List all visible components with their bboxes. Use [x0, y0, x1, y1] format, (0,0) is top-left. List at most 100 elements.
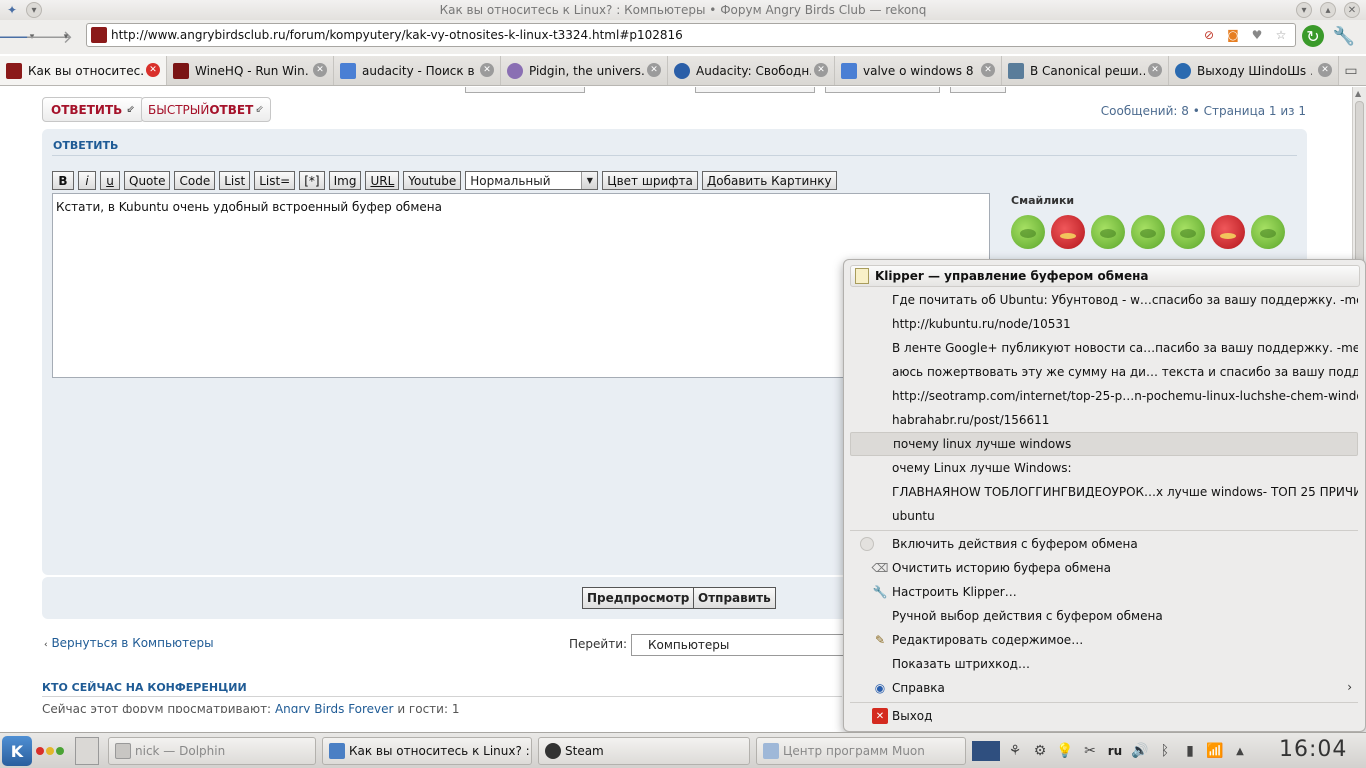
close-tab-icon[interactable]: ✕	[981, 63, 995, 77]
clipboard-history-item[interactable]: очему Linux лучше Windows:	[850, 456, 1358, 480]
maximize-icon[interactable]: ▴	[1320, 2, 1336, 18]
bookmark-star-icon[interactable]: ☆	[1273, 27, 1289, 43]
list-item-button[interactable]: [*]	[299, 171, 325, 190]
clipboard-history-item[interactable]: Где почитать об Ubuntu: Убунтовод - w…сп…	[850, 288, 1358, 312]
volume-icon[interactable]: 🔊	[1130, 741, 1150, 761]
tab-item[interactable]: audacity - Поиск в … ✕	[334, 56, 501, 85]
clipboard-history-item[interactable]: habrahabr.ru/post/156611	[850, 408, 1358, 432]
rekonq-app-icon[interactable]: ✦	[4, 2, 20, 18]
minimize-icon[interactable]: ▾	[1296, 2, 1312, 18]
forward-arrow-icon[interactable]: 🡒	[25, 26, 73, 48]
manual-action-item[interactable]: Ручной выбор действия с буфером обмена	[850, 604, 1358, 628]
pig-sick-smiley-icon[interactable]	[1251, 215, 1285, 249]
rss-icon[interactable]: ◙	[1225, 27, 1241, 43]
close-tab-icon[interactable]: ✕	[313, 63, 327, 77]
address-bar[interactable]: http://www.angrybirdsclub.ru/forum/kompy…	[86, 23, 1296, 47]
monitor-icon[interactable]	[972, 741, 1000, 761]
reload-icon[interactable]: ↻	[1302, 25, 1324, 47]
clipboard-history-item[interactable]: аюсь пожертвовать эту же сумму на ди… те…	[850, 360, 1358, 384]
clipboard-history-item[interactable]: ГЛАВНАЯНОW ТОБЛОГГИНГВИДЕОУРОК…х лучше w…	[850, 480, 1358, 504]
window-menu-icon[interactable]: ▾	[26, 2, 42, 18]
reply-button[interactable]: ОТВЕТИТЬ ⇙	[42, 97, 144, 122]
battery-icon[interactable]: ▮	[1180, 741, 1200, 761]
top-field[interactable]	[695, 87, 815, 93]
configure-klipper-item[interactable]: 🔧 Настроить Klipper…	[850, 580, 1358, 604]
back-to-forum-link[interactable]: ‹ Вернуться в Компьютеры	[44, 636, 214, 650]
enable-actions-item[interactable]: Включить действия с буфером обмена	[850, 532, 1358, 556]
img-button[interactable]: Img	[328, 171, 362, 190]
network-manager-icon[interactable]: ⚘	[1005, 741, 1025, 761]
edit-contents-item[interactable]: ✎ Редактировать содержимое…	[850, 628, 1358, 652]
goto-forum-select[interactable]: Компьютеры	[631, 634, 846, 656]
red-bird-bow-smiley-icon[interactable]	[1211, 215, 1245, 249]
preview-button[interactable]: Предпросмотр	[582, 587, 695, 609]
close-window-icon[interactable]: ✕	[1344, 2, 1360, 18]
font-size-select[interactable]: Нормальный ▼	[465, 171, 599, 190]
kde-menu-icon[interactable]: K	[2, 736, 32, 766]
add-picture-button[interactable]: Добавить Картинку	[701, 171, 837, 190]
online-user-link[interactable]: Angry Birds Forever	[275, 702, 394, 713]
tray-expand-arrow-icon[interactable]: ▲	[1230, 741, 1250, 761]
tab-item[interactable]: valve о windows 8 … ✕	[835, 56, 1002, 85]
underline-button[interactable]: u	[100, 171, 120, 190]
close-tab-icon[interactable]: ✕	[1148, 63, 1162, 77]
close-tab-icon[interactable]: ✕	[814, 63, 828, 77]
back-arrow-icon[interactable]: 🡐	[0, 26, 39, 48]
clipboard-history-item[interactable]: http://seotramp.com/internet/top-25-p…n-…	[850, 384, 1358, 408]
tab-item[interactable]: Выходу ШindoШs … ✕	[1169, 56, 1339, 85]
youtube-button[interactable]: Youtube	[403, 171, 462, 190]
heart-icon[interactable]: ♥	[1249, 27, 1265, 43]
settings-gear-icon[interactable]: ⚙	[1030, 741, 1050, 761]
url-text[interactable]: http://www.angrybirdsclub.ru/forum/kompy…	[111, 28, 683, 42]
close-tab-icon[interactable]: ✕	[647, 63, 661, 77]
italic-button[interactable]: i	[78, 171, 96, 190]
pig-flower-smiley-icon[interactable]	[1171, 215, 1205, 249]
task-muon[interactable]: Центр программ Muon	[756, 737, 966, 765]
close-tab-icon[interactable]: ✕	[480, 63, 494, 77]
task-dolphin[interactable]: nick — Dolphin	[108, 737, 316, 765]
close-tab-icon[interactable]: ✕	[1318, 63, 1332, 77]
task-steam[interactable]: Steam	[538, 737, 750, 765]
new-tab-icon[interactable]: ▭	[1336, 56, 1366, 85]
digital-clock[interactable]: 16:04	[1279, 737, 1347, 762]
submit-button[interactable]: Отправить	[693, 587, 776, 609]
pig-helmet-smiley-icon[interactable]	[1131, 215, 1165, 249]
font-color-button[interactable]: Цвет шрифта	[602, 171, 698, 190]
help-submenu-item[interactable]: ◉ Справка ›	[850, 676, 1358, 700]
list-button[interactable]: List	[219, 171, 251, 190]
quick-reply-button[interactable]: БЫСТРЫЙ ОТВЕТ ⇙	[141, 97, 271, 122]
tab-item[interactable]: Как вы относитес… ✕	[0, 56, 167, 85]
tools-wrench-icon[interactable]: 🔧	[1332, 25, 1356, 47]
top-field[interactable]	[465, 87, 585, 93]
red-bird-smiley-icon[interactable]	[1051, 215, 1085, 249]
tab-item[interactable]: Pidgin, the univers… ✕	[501, 56, 668, 85]
clipboard-history-item[interactable]: ubuntu	[850, 504, 1358, 528]
quote-button[interactable]: Quote	[124, 171, 171, 190]
show-barcode-item[interactable]: Показать штрихкод…	[850, 652, 1358, 676]
pig-smiley-icon[interactable]	[1091, 215, 1125, 249]
ordered-list-button[interactable]: List=	[254, 171, 296, 190]
clipboard-history-item[interactable]: В ленте Google+ публикуют новости са…пас…	[850, 336, 1358, 360]
tab-item[interactable]: В Canonical реши… ✕	[1002, 56, 1169, 85]
notifications-bulb-icon[interactable]: 💡	[1055, 741, 1075, 761]
activity-dots[interactable]	[36, 747, 64, 755]
task-rekonq[interactable]: Как вы относитесь к Linux? : Ком	[322, 737, 532, 765]
url-button[interactable]: URL	[365, 171, 400, 190]
wifi-icon[interactable]: 📶	[1205, 741, 1225, 761]
clipboard-history-item[interactable]: http://kubuntu.ru/node/10531	[850, 312, 1358, 336]
top-field[interactable]	[950, 87, 1006, 93]
checkbox-icon[interactable]	[860, 537, 874, 551]
keyboard-layout-indicator[interactable]: ru	[1105, 741, 1125, 761]
pig-king-smiley-icon[interactable]	[1011, 215, 1045, 249]
quit-item[interactable]: ✕ Выход	[850, 704, 1358, 728]
close-tab-icon[interactable]: ✕	[146, 63, 160, 77]
bold-button[interactable]: B	[52, 171, 74, 190]
tab-item[interactable]: WineHQ - Run Win… ✕	[167, 56, 334, 85]
clipboard-history-item-selected[interactable]: почему linux лучше windows	[850, 432, 1358, 456]
code-button[interactable]: Code	[174, 171, 216, 190]
tab-item[interactable]: Audacity: Свободн… ✕	[668, 56, 835, 85]
klipper-scissors-icon[interactable]: ✂	[1080, 741, 1100, 761]
top-field[interactable]	[825, 87, 940, 93]
bluetooth-icon[interactable]: ᛒ	[1155, 741, 1175, 761]
forward-history-chevron-icon[interactable]: ▾	[60, 32, 72, 42]
